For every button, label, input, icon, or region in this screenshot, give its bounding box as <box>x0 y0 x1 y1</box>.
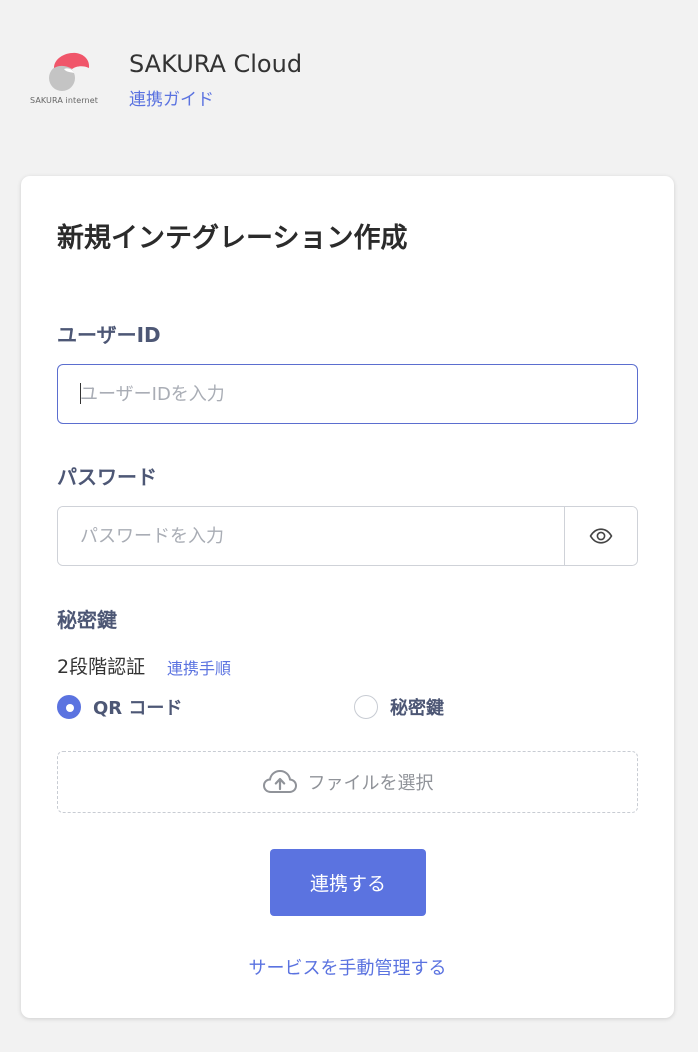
user-id-label: ユーザーID <box>57 323 161 347</box>
radio-qr-code-circle[interactable] <box>57 695 81 719</box>
file-select-dropzone[interactable]: ファイルを選択 <box>57 751 638 813</box>
text-cursor <box>80 383 81 404</box>
eye-icon <box>589 528 613 544</box>
manual-management-link[interactable]: サービスを手動管理する <box>21 954 674 980</box>
radio-secret-key-circle[interactable] <box>354 695 378 719</box>
integration-steps-link[interactable]: 連携手順 <box>167 655 231 679</box>
cloud-upload-icon <box>262 769 297 793</box>
logo-text: SAKURA internet <box>30 96 98 105</box>
two-factor-label: 2段階認証 <box>57 656 146 678</box>
secret-key-label: 秘密鍵 <box>57 608 117 632</box>
radio-qr-code-label: QR コード <box>93 698 183 719</box>
radio-secret-key[interactable]: 秘密鍵 <box>354 694 444 720</box>
page-title: 新規インテグレーション作成 <box>57 223 408 254</box>
user-id-input[interactable] <box>57 364 638 424</box>
file-select-label: ファイルを選択 <box>307 773 434 794</box>
connect-button[interactable]: 連携する <box>270 849 426 916</box>
radio-secret-key-label: 秘密鍵 <box>390 698 444 719</box>
radio-qr-code[interactable]: QR コード <box>57 694 182 720</box>
sakura-logo: SAKURA internet <box>28 50 110 110</box>
header: SAKURA internet SAKURA Cloud 連携ガイド <box>28 50 668 110</box>
integration-guide-link[interactable]: 連携ガイド <box>129 85 214 110</box>
password-field-group <box>57 506 638 566</box>
sakura-logo-icon <box>49 52 90 91</box>
app-title: SAKURA Cloud <box>129 50 303 78</box>
password-input[interactable] <box>58 507 565 565</box>
integration-form-card: 新規インテグレーション作成 ユーザーID パスワード 秘密鍵 2段階認証 連携手… <box>21 176 674 1018</box>
password-visibility-toggle[interactable] <box>564 507 637 565</box>
password-label: パスワード <box>57 465 157 489</box>
